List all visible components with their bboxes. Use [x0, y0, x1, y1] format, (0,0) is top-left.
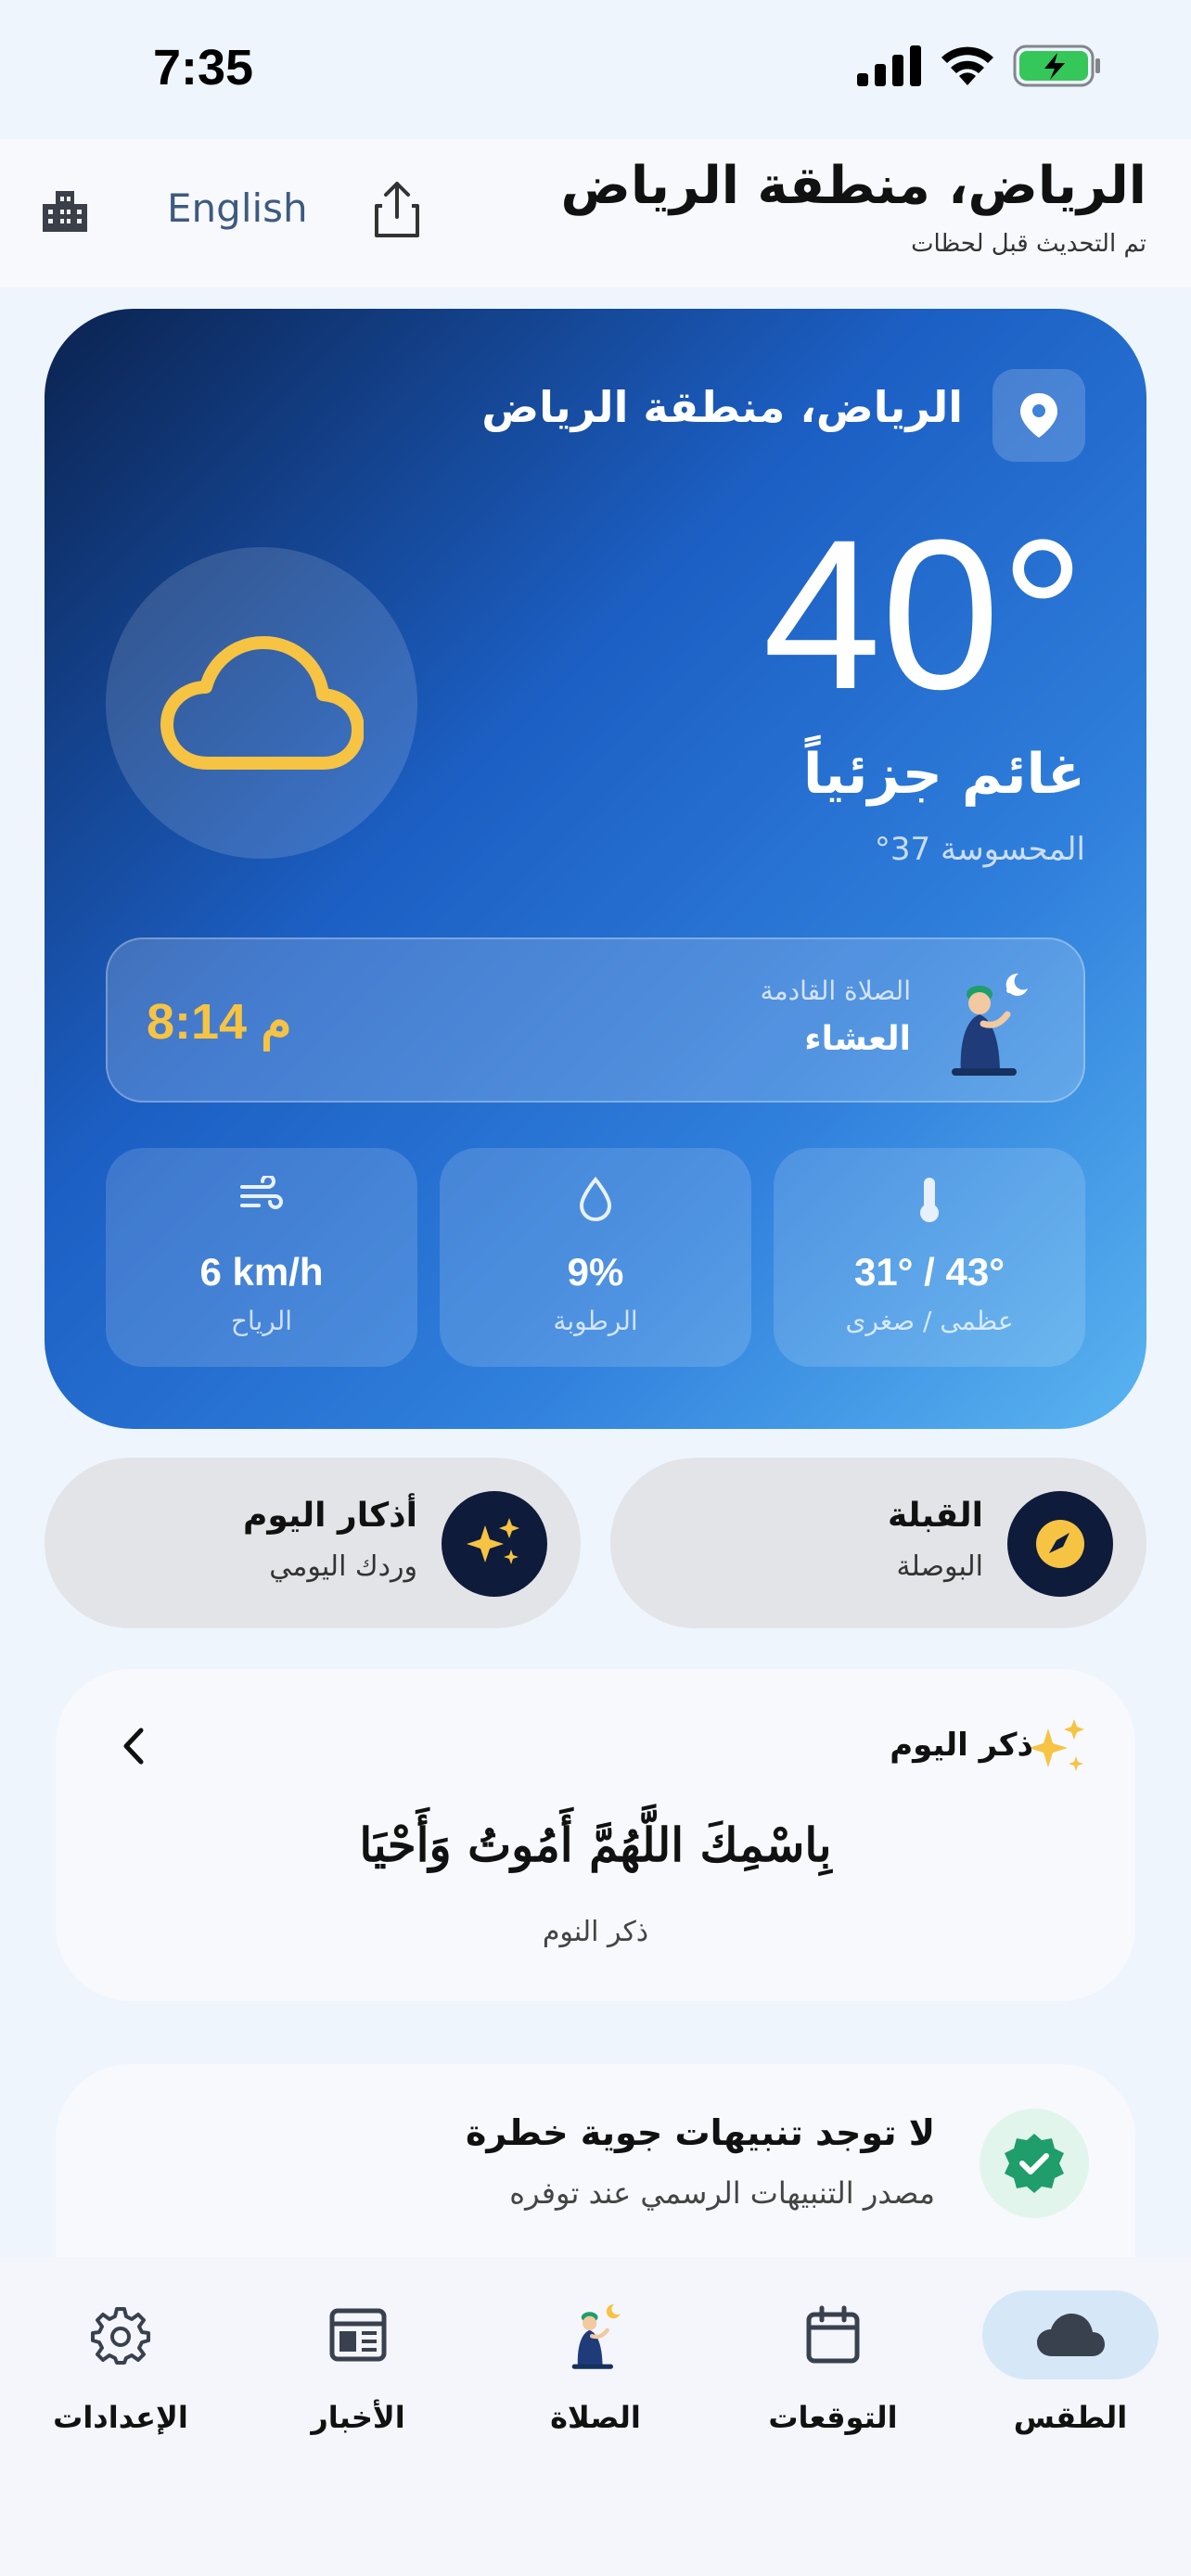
stat-value: 6 km/h — [199, 1250, 324, 1294]
tab-prayer[interactable]: الصلاة — [493, 2290, 698, 2457]
city-icon[interactable] — [39, 184, 91, 236]
qibla-card[interactable]: القبلة البوصلة — [610, 1458, 1146, 1628]
azkar-title: أذكار اليوم — [242, 1497, 417, 1535]
current-temperature: 40° — [762, 495, 1085, 733]
hero-location: الرياض، منطقة الرياض — [481, 382, 963, 432]
tab-settings[interactable]: الإعدادات — [19, 2290, 223, 2457]
location-button[interactable] — [992, 369, 1085, 462]
tab-label: الإعدادات — [53, 2400, 188, 2435]
updated-status: تم التحديث قبل لحظات — [911, 230, 1146, 258]
share-icon[interactable] — [371, 180, 423, 239]
stat-value: 9% — [567, 1250, 624, 1294]
stat-label: الرياح — [230, 1306, 293, 1336]
qibla-title: القبلة — [888, 1497, 983, 1535]
verified-check-icon — [1005, 2134, 1064, 2193]
alerts-status-badge — [980, 2109, 1089, 2218]
status-time: 7:35 — [153, 40, 254, 96]
compass-icon — [1036, 1520, 1084, 1568]
tab-forecast[interactable]: التوقعات — [731, 2290, 935, 2457]
qibla-icon-circle — [1007, 1491, 1113, 1597]
tab-label: الأخبار — [311, 2400, 405, 2435]
battery-icon — [1013, 45, 1100, 87]
alerts-subtitle: مصدر التنبيهات الرسمي عند توفره — [509, 2175, 935, 2211]
tab-label: الطقس — [1013, 2400, 1128, 2435]
tab-forecast-pill — [745, 2290, 921, 2379]
language-toggle-button[interactable]: English — [167, 185, 308, 231]
zikr-title: ذكر اليوم — [890, 1727, 1033, 1764]
cloud-icon — [160, 636, 364, 770]
stat-value: 31° / 43° — [853, 1250, 1005, 1294]
tab-settings-pill — [32, 2290, 209, 2379]
wind-icon — [240, 1176, 283, 1209]
zikr-source: ذكر النوم — [542, 1916, 649, 1948]
chevron-left-icon[interactable] — [115, 1723, 152, 1769]
stat-temperature-range: 31° / 43° عظمى / صغرى — [774, 1148, 1085, 1367]
status-icons — [857, 45, 1102, 87]
stat-humidity: 9% الرطوبة — [440, 1148, 751, 1367]
tab-news[interactable]: الأخبار — [256, 2290, 460, 2457]
qibla-subtitle: البوصلة — [896, 1550, 983, 1583]
signal-icon — [857, 45, 921, 86]
prayer-icon — [571, 2304, 621, 2369]
weather-condition: غائم جزئياً — [802, 742, 1085, 807]
tab-label: الصلاة — [550, 2400, 641, 2435]
next-prayer-label: الصلاة القادمة — [760, 976, 911, 1006]
weather-icon-circle — [106, 547, 417, 859]
azkar-card[interactable]: أذكار اليوم وردك اليومي — [45, 1458, 581, 1628]
page-title: الرياض، منطقة الرياض — [560, 156, 1146, 216]
gear-icon — [91, 2307, 150, 2365]
sparkles-icon — [467, 1518, 519, 1564]
stat-wind: 6 km/h الرياح — [106, 1148, 417, 1367]
praying-person-icon — [952, 973, 1028, 1076]
cloud-icon — [1037, 2314, 1105, 2356]
tab-weather-pill — [982, 2290, 1159, 2379]
calendar-icon — [806, 2305, 860, 2364]
azkar-icon-circle — [442, 1491, 547, 1597]
location-pin-icon — [1020, 393, 1057, 438]
alerts-title: لا توجد تنبيهات جوية خطرة — [466, 2112, 935, 2153]
azkar-subtitle: وردك اليومي — [269, 1550, 417, 1583]
zikr-text: بِاسْمِكَ اللَّهُمَّ أَمُوتُ وَأَحْيَا — [359, 1817, 832, 1872]
tab-prayer-pill — [507, 2290, 684, 2379]
thermometer-icon — [920, 1178, 939, 1222]
feels-like: المحسوسة 37° — [874, 831, 1085, 868]
stat-label: الرطوبة — [553, 1306, 638, 1336]
stat-label: عظمى / صغرى — [845, 1306, 1014, 1336]
sparkles-icon — [1029, 1719, 1084, 1771]
news-icon — [329, 2308, 387, 2362]
tab-weather[interactable]: الطقس — [968, 2290, 1172, 2457]
droplet-icon — [579, 1176, 612, 1222]
next-prayer-time: 8:14 م — [147, 994, 292, 1050]
tab-news-pill — [270, 2290, 446, 2379]
wifi-icon — [941, 46, 993, 85]
next-prayer-name: العشاء — [804, 1020, 911, 1058]
tab-label: التوقعات — [768, 2400, 898, 2435]
